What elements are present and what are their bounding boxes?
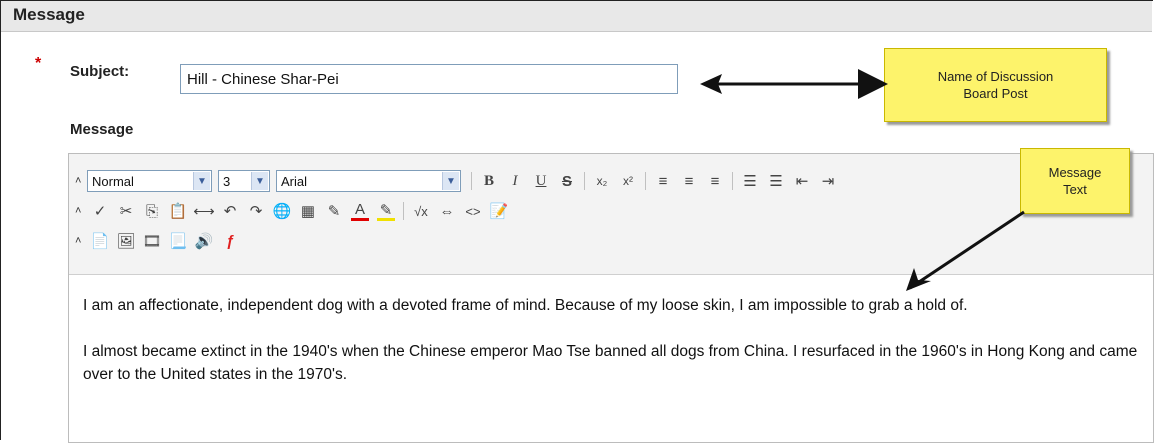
- indent-icon[interactable]: ⇥: [815, 170, 841, 192]
- chevron-down-icon: ▼: [442, 172, 459, 190]
- strikethrough-icon[interactable]: S: [554, 170, 580, 192]
- section-title: Message: [13, 5, 85, 24]
- spellcheck-icon[interactable]: ✓: [87, 200, 113, 222]
- toolbar-separator: [584, 172, 585, 190]
- format-select[interactable]: Normal ▼: [87, 170, 212, 192]
- ordered-list-icon[interactable]: ☰: [737, 170, 763, 192]
- insert-document-icon[interactable]: 📃: [165, 230, 191, 252]
- message-label: Message: [70, 121, 134, 138]
- superscript-icon[interactable]: x²: [615, 170, 641, 192]
- toolbar-row-2: ˄ ✓ ✂ ⎘ 📋 ⟷ ↶ ↷ 🌐 ▦ ✎ A ✎ √x ⇔ <> 📝: [75, 198, 512, 224]
- insert-table-icon[interactable]: ▦: [295, 200, 321, 222]
- callout-message: Message Text: [1020, 148, 1130, 214]
- collapse-row2-icon[interactable]: ˄: [75, 205, 87, 217]
- underline-icon[interactable]: U: [528, 170, 554, 192]
- collapse-row1-icon[interactable]: ˄: [75, 175, 87, 187]
- chevron-down-icon: ▼: [193, 172, 210, 190]
- text-color-icon[interactable]: A: [351, 201, 369, 221]
- callout-subject-text: Name of Discussion Board Post: [937, 69, 1054, 101]
- rich-text-editor: ˄ Normal ▼ 3 ▼ Arial ▼ B I U Sx₂ x² ≡ ≡ ≡ ☰ ☰ ⇤ ⇥ ˄…: [68, 153, 1154, 443]
- toolbar-separator: [645, 172, 646, 190]
- redo-icon[interactable]: ↷: [243, 200, 269, 222]
- cut-icon[interactable]: ✂: [113, 200, 139, 222]
- bullet-list-icon[interactable]: ☰: [763, 170, 789, 192]
- toolbar-separator: [403, 202, 404, 220]
- align-center-icon[interactable]: ≡: [676, 170, 702, 192]
- preview-icon[interactable]: 📝: [486, 200, 512, 222]
- editor-toolbar: ˄ Normal ▼ 3 ▼ Arial ▼ B I U Sx₂ x² ≡ ≡ ≡ ☰ ☰ ⇤ ⇥ ˄…: [69, 154, 1153, 275]
- unlink-icon[interactable]: ⟷: [191, 200, 217, 222]
- callout-message-text: Message Text: [1048, 165, 1102, 197]
- editor-content[interactable]: I am an affectionate, independent dog wi…: [83, 294, 1143, 409]
- subject-label: Subject:: [70, 63, 130, 80]
- equation-icon[interactable]: √x: [408, 200, 434, 222]
- align-left-icon[interactable]: ≡: [650, 170, 676, 192]
- insert-audio-icon[interactable]: 🔊: [191, 230, 217, 252]
- italic-icon[interactable]: I: [502, 170, 528, 192]
- subscript-icon[interactable]: x₂: [589, 170, 615, 192]
- align-right-icon[interactable]: ≡: [702, 170, 728, 192]
- html-source-icon[interactable]: <>: [460, 200, 486, 222]
- paste-icon[interactable]: 📋: [165, 200, 191, 222]
- embed-icon[interactable]: ⇔: [434, 200, 460, 222]
- background-color-icon[interactable]: ✎: [377, 202, 395, 221]
- subject-input[interactable]: [180, 64, 678, 94]
- insert-flash-icon[interactable]: ƒ: [217, 230, 243, 252]
- copy-icon[interactable]: ⎘: [139, 200, 165, 222]
- size-select[interactable]: 3 ▼: [218, 170, 270, 192]
- bold-icon[interactable]: B: [476, 170, 502, 192]
- highlight-pen-icon[interactable]: ✎: [321, 200, 347, 222]
- undo-icon[interactable]: ↶: [217, 200, 243, 222]
- toolbar-row-3: ˄ 📄 🖼 🎞 📃 🔊 ƒ: [75, 228, 243, 254]
- toolbar-separator: [471, 172, 472, 190]
- callout-subject: Name of Discussion Board Post: [884, 48, 1107, 122]
- required-indicator: *: [35, 55, 42, 72]
- insert-link-icon[interactable]: 🌐: [269, 200, 295, 222]
- collapse-row3-icon[interactable]: ˄: [75, 235, 87, 247]
- editor-paragraph: I am an affectionate, independent dog wi…: [83, 297, 968, 314]
- editor-paragraph: I almost became extinct in the 1940's wh…: [83, 343, 1138, 383]
- toolbar-separator: [732, 172, 733, 190]
- insert-image-icon[interactable]: 🖼: [113, 230, 139, 252]
- font-select[interactable]: Arial ▼: [276, 170, 461, 192]
- chevron-down-icon: ▼: [251, 172, 268, 190]
- attach-file-icon[interactable]: 📄: [87, 230, 113, 252]
- section-header: Message: [1, 1, 1152, 32]
- toolbar-row-1: ˄ Normal ▼ 3 ▼ Arial ▼ B I U Sx₂ x² ≡ ≡ ≡ ☰ ☰ ⇤ ⇥: [75, 168, 841, 194]
- outdent-icon[interactable]: ⇤: [789, 170, 815, 192]
- insert-media-icon[interactable]: 🎞: [139, 230, 165, 252]
